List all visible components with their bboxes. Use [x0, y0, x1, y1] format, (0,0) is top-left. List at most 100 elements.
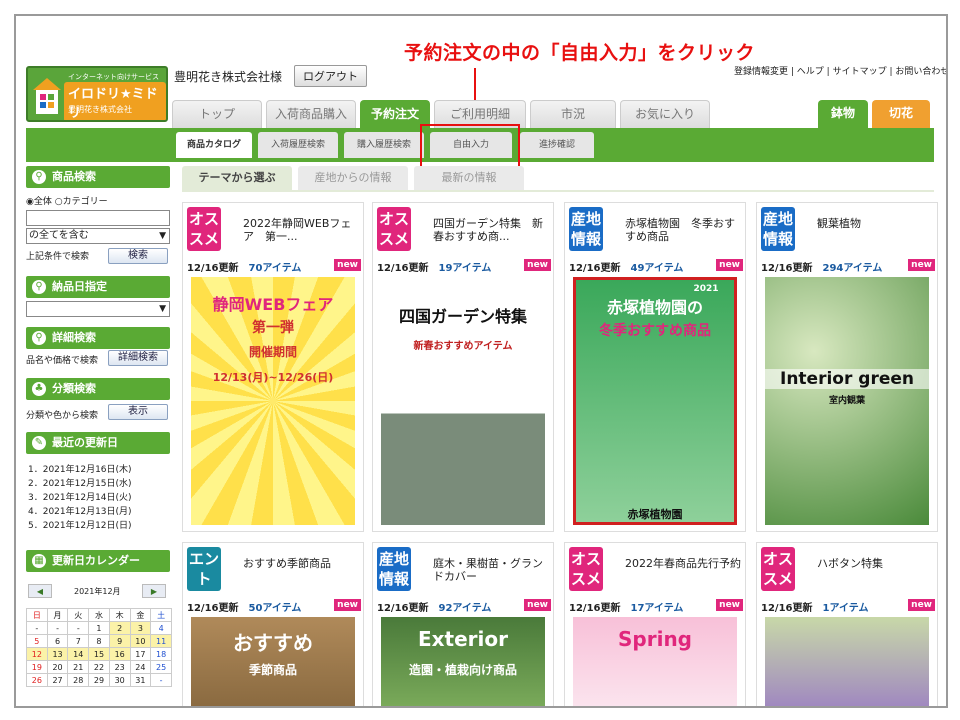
- card-title[interactable]: おすすめ季節商品: [243, 557, 361, 570]
- cal-day[interactable]: 26: [26, 673, 48, 687]
- card-image[interactable]: 四国ガーデン特集 新春おすすめアイテム: [381, 277, 545, 525]
- subtab-catalog[interactable]: 商品カタログ: [176, 132, 252, 158]
- cal-day[interactable]: 11: [150, 634, 172, 648]
- card-image[interactable]: [765, 617, 929, 706]
- calendar-next-button[interactable]: ▶: [142, 584, 166, 598]
- card-image[interactable]: Spring: [573, 617, 737, 706]
- cal-day[interactable]: 5: [26, 634, 48, 648]
- tab-market[interactable]: 市況: [530, 100, 616, 128]
- update-link[interactable]: 3．2021年12月14日(火): [28, 490, 132, 503]
- catalog-card[interactable]: 産地 情報 観葉植物 12/16更新 294アイテム new Interior green…: [756, 202, 938, 532]
- logout-button[interactable]: ログアウト: [294, 65, 367, 87]
- link-account-settings[interactable]: 登録情報変更: [734, 67, 788, 77]
- match-mode-select[interactable]: の全てを含む ▼: [26, 228, 170, 244]
- card-image-text: 四国ガーデン特集: [398, 307, 527, 326]
- cal-day[interactable]: 1: [88, 621, 110, 635]
- tab-favorites[interactable]: お気に入り: [620, 100, 710, 128]
- cal-day[interactable]: 19: [26, 660, 48, 674]
- cal-day[interactable]: 24: [129, 660, 152, 674]
- card-title[interactable]: 2022年春商品先行予約: [625, 557, 743, 570]
- cal-day[interactable]: 14: [67, 647, 90, 661]
- cal-day[interactable]: 8: [88, 634, 110, 648]
- card-image[interactable]: Exterior 造園・植栽向け商品: [381, 617, 545, 706]
- cal-day[interactable]: 25: [150, 660, 172, 674]
- catalog-card[interactable]: オス スメ 2022年静岡WEBフェア 第一... 12/16更新 70アイテム new…: [182, 202, 364, 532]
- cal-day[interactable]: 15: [88, 647, 110, 661]
- cal-day[interactable]: 16: [108, 647, 131, 661]
- class-show-button[interactable]: 表示: [108, 404, 168, 420]
- card-image-text: おすすめ: [233, 631, 313, 655]
- screenshot-frame: インターネット向けサービス イロドリ★ミドリ 豊明花き株式会社 豊明花き株式会社…: [14, 14, 948, 708]
- cal-day[interactable]: 29: [88, 673, 110, 687]
- ctab-latest[interactable]: 最新の情報: [414, 166, 524, 190]
- cal-day[interactable]: 10: [129, 634, 152, 648]
- card-count[interactable]: 92アイテム: [438, 603, 491, 614]
- tab-top[interactable]: トップ: [172, 100, 262, 128]
- cal-day[interactable]: 7: [67, 634, 90, 648]
- card-image[interactable]: Interior green 室内観葉: [765, 277, 929, 525]
- update-link[interactable]: 1．2021年12月16日(木): [28, 462, 132, 475]
- update-link[interactable]: 2．2021年12月15日(水): [28, 476, 132, 489]
- card-title[interactable]: 四国ガーデン特集 新春おすすめ商...: [433, 217, 551, 243]
- ctab-origin[interactable]: 産地からの情報: [298, 166, 408, 190]
- cal-day[interactable]: 27: [46, 673, 69, 687]
- update-link[interactable]: 5．2021年12月12日(日): [28, 518, 132, 531]
- cal-day[interactable]: 20: [46, 660, 69, 674]
- link-contact[interactable]: お問い合わせ: [895, 67, 946, 77]
- subtab-arrival-history[interactable]: 入荷履歴検索: [258, 132, 338, 158]
- detail-search-button[interactable]: 詳細検索: [108, 350, 168, 366]
- cal-day[interactable]: 23: [108, 660, 131, 674]
- tab-arrival-purchase[interactable]: 入荷商品購入: [266, 100, 356, 128]
- card-count[interactable]: 50アイテム: [248, 603, 301, 614]
- update-link[interactable]: 4．2021年12月13日(月): [28, 504, 132, 517]
- cal-day[interactable]: 12: [26, 647, 48, 661]
- card-count[interactable]: 19アイテム: [438, 263, 491, 274]
- site-logo[interactable]: インターネット向けサービス イロドリ★ミドリ 豊明花き株式会社: [26, 66, 168, 122]
- catalog-card[interactable]: オス スメ 2022年春商品先行予約 12/16更新 17アイテム new Spring: [564, 542, 746, 706]
- card-count[interactable]: 294アイテム: [822, 263, 882, 274]
- search-button[interactable]: 検索: [108, 248, 168, 264]
- card-image[interactable]: 赤塚植物園の 冬季おすすめ商品 2021 赤塚植物園: [573, 277, 737, 525]
- cal-day[interactable]: 9: [108, 634, 131, 648]
- catalog-card[interactable]: エント ランスおすすめ季節商品12/16更新50アイテムnewおすすめ季節商品: [182, 542, 364, 706]
- card-count[interactable]: 49アイテム: [630, 263, 683, 274]
- radio-all-icon[interactable]: ◉: [26, 197, 34, 207]
- catalog-card[interactable]: オス スメ 四国ガーデン特集 新春おすすめ商... 12/16更新 19アイテム new…: [372, 202, 554, 532]
- cal-day[interactable]: 30: [108, 673, 131, 687]
- card-title[interactable]: 赤塚植物園 冬季おすすめ商品: [625, 217, 743, 243]
- cal-day[interactable]: 4: [150, 621, 172, 635]
- cal-day[interactable]: 2: [108, 621, 131, 635]
- cal-day[interactable]: 3: [129, 621, 152, 635]
- catalog-card[interactable]: 産地 情報 赤塚植物園 冬季おすすめ商品 12/16更新 49アイテム new 赤塚植物園…: [564, 202, 746, 532]
- link-sitemap[interactable]: サイトマップ: [833, 67, 887, 77]
- subtab-purchase-history[interactable]: 購入履歴検索: [344, 132, 424, 158]
- calendar-prev-button[interactable]: ◀: [28, 584, 52, 598]
- card-title[interactable]: 観葉植物: [817, 217, 935, 230]
- card-count[interactable]: 70アイテム: [248, 263, 301, 274]
- card-title[interactable]: 2022年静岡WEBフェア 第一...: [243, 217, 361, 243]
- card-image[interactable]: おすすめ 季節商品: [191, 617, 355, 706]
- card-image[interactable]: 静岡WEBフェア 第一弾 開催期間 12/13(月)~12/26(日): [191, 277, 355, 525]
- card-title[interactable]: ハボタン特集: [817, 557, 935, 570]
- catalog-card[interactable]: オス スメ ハボタン特集 12/16更新 1アイテム new: [756, 542, 938, 706]
- delivery-date-select[interactable]: ▼: [26, 301, 170, 317]
- keyword-input[interactable]: [26, 210, 170, 226]
- radio-category-icon[interactable]: ○: [55, 197, 63, 207]
- cal-day[interactable]: 22: [88, 660, 110, 674]
- cal-day[interactable]: 13: [46, 647, 69, 661]
- cal-day[interactable]: 31: [129, 673, 152, 687]
- card-title[interactable]: 庭木・果樹苗・グランドカバー: [433, 557, 551, 583]
- link-help[interactable]: ヘルプ: [797, 67, 824, 77]
- subtab-progress[interactable]: 進捗確認: [520, 132, 594, 158]
- cal-day[interactable]: 28: [67, 673, 90, 687]
- tab-cut-flowers[interactable]: 切花: [872, 100, 930, 128]
- cal-day[interactable]: 21: [67, 660, 90, 674]
- cal-day[interactable]: 6: [46, 634, 69, 648]
- cal-day[interactable]: 18: [150, 647, 172, 661]
- ctab-theme[interactable]: テーマから選ぶ: [182, 166, 292, 190]
- card-count[interactable]: 17アイテム: [630, 603, 683, 614]
- card-count[interactable]: 1アイテム: [822, 603, 868, 614]
- catalog-card[interactable]: 産地 情報 庭木・果樹苗・グランドカバー 12/16更新 92アイテム new Exter…: [372, 542, 554, 706]
- tab-potted[interactable]: 鉢物: [818, 100, 868, 128]
- cal-day[interactable]: 17: [129, 647, 152, 661]
